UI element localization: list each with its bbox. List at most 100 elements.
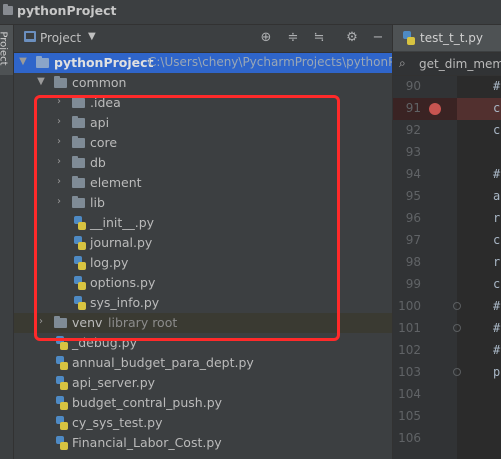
folder-icon: [54, 76, 67, 88]
tree-item-folder[interactable]: › .idea: [14, 93, 392, 113]
code-line[interactable]: 95 a: [393, 186, 501, 208]
tree-item-file[interactable]: annual_budget_para_dept.py: [14, 353, 392, 373]
chevron-right-icon[interactable]: ›: [54, 136, 64, 148]
code-line[interactable]: 94 #: [393, 164, 501, 186]
code-line[interactable]: 92 c: [393, 120, 501, 142]
code-line[interactable]: 105: [393, 406, 501, 428]
project-tree: ▼ pythonProject C:\Users\cheny\PycharmPr…: [14, 53, 392, 459]
code-text: r: [493, 211, 501, 225]
fold-marker-icon[interactable]: [453, 302, 461, 310]
code-text: c: [493, 233, 501, 247]
line-number: 96: [405, 211, 421, 225]
chevron-right-icon[interactable]: ›: [54, 96, 64, 108]
project-tool-tab[interactable]: Project: [0, 25, 13, 75]
folder-icon: [72, 196, 85, 208]
code-line[interactable]: 91 c: [393, 98, 501, 120]
tree-item-label: Financial_Labor_Cost.py: [72, 435, 222, 450]
breadcrumb-label: get_dim_memb: [419, 57, 501, 71]
project-panel-header: Project ▼ ⊕ ≑ ≒ ⚙ −: [14, 25, 392, 53]
tree-item-folder[interactable]: › lib: [14, 193, 392, 213]
tree-item-label: lib: [90, 195, 105, 210]
line-number: 97: [405, 233, 421, 247]
breakpoint-icon[interactable]: [429, 103, 441, 115]
code-line[interactable]: 97 c: [393, 230, 501, 252]
chevron-right-icon[interactable]: ›: [36, 316, 46, 328]
tree-item-file[interactable]: sys_info.py: [14, 293, 392, 313]
crosshair-icon[interactable]: ⊕: [258, 30, 274, 46]
line-number: 95: [405, 189, 421, 203]
code-text: c: [493, 123, 501, 137]
root-folder-path: C:\Users\cheny\PycharmProjects\pythonPr: [148, 55, 392, 69]
tree-item-common[interactable]: ▼ common: [14, 73, 392, 93]
code-line[interactable]: 101 #: [393, 318, 501, 340]
code-line[interactable]: 102 #: [393, 340, 501, 362]
expand-all-icon[interactable]: ≒: [311, 30, 327, 46]
title-bar: pythonProject: [0, 0, 501, 25]
editor-tab[interactable]: test_t_t.py: [393, 25, 501, 51]
python-file-icon: [74, 276, 86, 290]
tree-item-label: db: [90, 155, 106, 170]
collapse-all-icon[interactable]: ≑: [285, 30, 301, 46]
chevron-down-icon[interactable]: ▼: [88, 31, 96, 42]
tree-item-label: log.py: [90, 255, 129, 270]
code-text: #: [493, 321, 501, 335]
line-number: 105: [398, 409, 421, 423]
project-view-label[interactable]: Project: [40, 31, 81, 45]
code-line[interactable]: 99 c: [393, 274, 501, 296]
code-text: c: [493, 277, 501, 291]
tree-item-file[interactable]: budget_contral_push.py: [14, 393, 392, 413]
code-line[interactable]: 98 r: [393, 252, 501, 274]
breadcrumb[interactable]: ⌕ get_dim_memb: [393, 53, 501, 76]
gear-icon[interactable]: ⚙: [344, 30, 360, 46]
tree-item-file[interactable]: journal.py: [14, 233, 392, 253]
tree-item-file[interactable]: Financial_Labor_Cost.py: [14, 433, 392, 453]
chevron-right-icon[interactable]: ›: [54, 156, 64, 168]
python-file-icon: [56, 416, 68, 430]
library-root-note: library root: [108, 315, 178, 330]
editor-pane: test_t_t.py ⌕ get_dim_memb 90 #91 c 92 c 93 94…: [392, 25, 501, 459]
tree-item-folder[interactable]: › element: [14, 173, 392, 193]
chevron-right-icon[interactable]: ›: [54, 116, 64, 128]
python-file-icon: [74, 236, 86, 250]
tree-item-label: _debug.py: [72, 335, 137, 350]
chevron-down-icon[interactable]: ▼: [18, 56, 28, 68]
tree-item-file[interactable]: api_server.py: [14, 373, 392, 393]
tree-item-label: core: [90, 135, 118, 150]
python-file-icon: [403, 31, 415, 45]
tree-item-folder[interactable]: › db: [14, 153, 392, 173]
tree-item-folder[interactable]: › api: [14, 113, 392, 133]
python-file-icon: [56, 396, 68, 410]
code-text: #: [493, 79, 501, 93]
code-line[interactable]: 100 #: [393, 296, 501, 318]
code-line[interactable]: 93: [393, 142, 501, 164]
tree-root-row[interactable]: ▼ pythonProject C:\Users\cheny\PycharmPr…: [14, 53, 392, 73]
code-line[interactable]: 106: [393, 428, 501, 450]
folder-icon: [36, 56, 49, 68]
python-file-icon: [56, 356, 68, 370]
fold-marker-icon[interactable]: [453, 368, 461, 376]
code-line[interactable]: 96 r: [393, 208, 501, 230]
tree-item-file[interactable]: __init__.py: [14, 213, 392, 233]
fold-marker-icon[interactable]: [453, 324, 461, 332]
tree-item-file[interactable]: options.py: [14, 273, 392, 293]
code-line[interactable]: 104: [393, 384, 501, 406]
chevron-right-icon[interactable]: ›: [54, 196, 64, 208]
tree-item-label: annual_budget_para_dept.py: [72, 355, 254, 370]
tree-item-file[interactable]: _debug.py: [14, 333, 392, 353]
python-file-icon: [56, 436, 68, 450]
tree-item-venv[interactable]: › venv library root: [14, 313, 392, 333]
tree-item-file[interactable]: log.py: [14, 253, 392, 273]
root-folder-name: pythonProject: [54, 55, 154, 70]
tree-item-file[interactable]: cy_sys_test.py: [14, 413, 392, 433]
minimize-icon[interactable]: −: [370, 30, 386, 46]
line-number: 103: [398, 365, 421, 379]
chevron-down-icon[interactable]: ▼: [36, 76, 46, 88]
tree-item-folder[interactable]: › core: [14, 133, 392, 153]
code-text: #: [493, 299, 501, 313]
code-text: #: [493, 167, 501, 181]
code-line[interactable]: 103 p: [393, 362, 501, 384]
folder-icon: [72, 156, 85, 168]
chevron-right-icon[interactable]: ›: [54, 176, 64, 188]
python-file-icon: [56, 336, 68, 350]
code-line[interactable]: 90 #: [393, 76, 501, 98]
